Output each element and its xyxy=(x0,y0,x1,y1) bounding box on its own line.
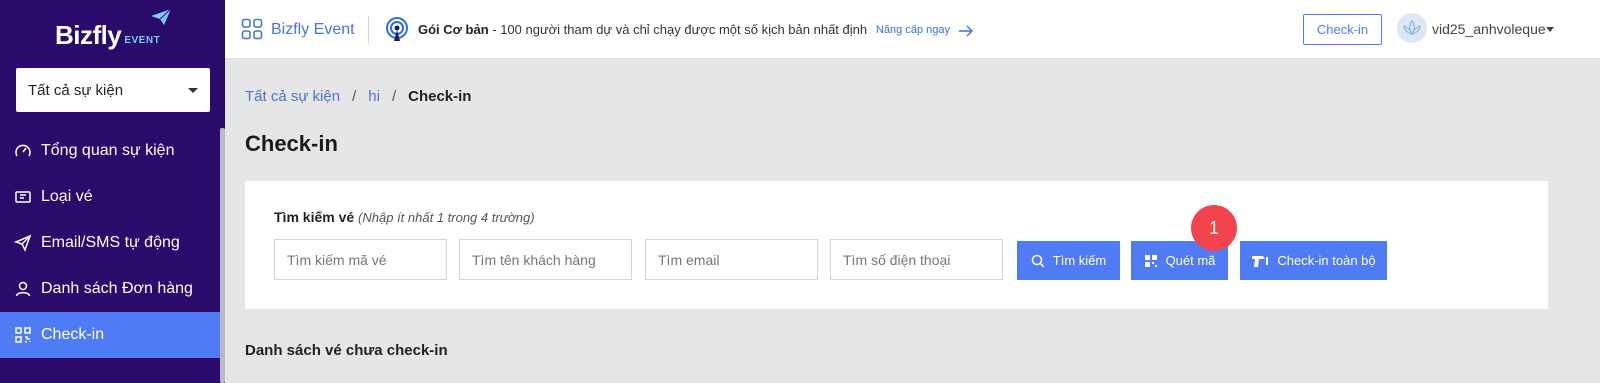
caret-down-icon xyxy=(188,87,198,93)
sidebar-item-orders[interactable]: Danh sách Đơn hàng xyxy=(0,266,220,312)
unchecked-tickets-title: Danh sách vé chưa check-in xyxy=(245,342,448,359)
username[interactable]: vid25_anhvoleque xyxy=(1432,21,1546,37)
lotus-icon xyxy=(1403,19,1421,36)
gauge-icon xyxy=(14,142,32,160)
step-badge: 1 xyxy=(1191,205,1237,251)
search-hint: (Nhập ít nhất 1 trong 4 trường) xyxy=(358,210,535,225)
sidebar-item-email-sms[interactable]: Email/SMS tự động xyxy=(0,220,220,266)
event-select[interactable]: Tất cả sự kiện xyxy=(16,68,210,112)
sidebar-item-label: Email/SMS tự động xyxy=(41,234,180,251)
ticket-code-input[interactable] xyxy=(274,239,447,280)
ticket-icon xyxy=(14,188,32,206)
plan-info: Gói Cơ bản - 100 người tham dự và chỉ ch… xyxy=(418,22,867,37)
logo-text: Bizfly xyxy=(55,20,122,50)
bizfly-event-logo[interactable]: Bizfly EVENT xyxy=(55,8,172,50)
header-divider xyxy=(368,16,369,44)
upgrade-link[interactable]: Nâng cấp ngay xyxy=(876,24,950,36)
search-button-label: Tìm kiếm xyxy=(1052,253,1107,268)
apps-grid-icon[interactable] xyxy=(241,18,263,40)
sidebar-item-label: Loại vé xyxy=(41,188,93,205)
send-icon xyxy=(14,234,32,252)
breadcrumb-separator: / xyxy=(391,88,397,105)
user-icon xyxy=(14,280,32,298)
paper-plane-icon xyxy=(151,8,172,25)
sidebar-item-checkin[interactable]: Check-in xyxy=(0,312,220,358)
avatar[interactable] xyxy=(1397,13,1427,43)
search-button[interactable]: Tìm kiếm xyxy=(1017,241,1120,280)
qr-code-icon xyxy=(1144,254,1158,268)
search-label-text: Tìm kiếm vé xyxy=(274,209,355,225)
plan-name: Gói Cơ bản xyxy=(418,22,489,37)
logo-subtext: EVENT xyxy=(124,35,161,46)
search-label: Tìm kiếm vé (Nhập ít nhất 1 trong 4 trườ… xyxy=(274,209,535,225)
arrow-right-icon[interactable] xyxy=(958,24,974,38)
sidebar-item-overview[interactable]: Tổng quan sự kiện xyxy=(0,128,220,174)
header-checkin-button[interactable]: Check-in xyxy=(1303,14,1382,45)
sidebar-menu: Tổng quan sự kiện Loại vé Email/SMS tự đ… xyxy=(0,128,220,358)
sidebar-item-label: Check-in xyxy=(41,326,105,343)
checkin-all-button[interactable]: Check-in toàn bộ xyxy=(1240,241,1387,280)
scanner-icon xyxy=(1251,254,1269,268)
search-card: Tìm kiếm vé (Nhập ít nhất 1 trong 4 trườ… xyxy=(245,181,1548,309)
breadcrumb-event[interactable]: hi xyxy=(368,88,380,105)
qr-code-icon xyxy=(14,326,32,344)
broadcast-icon xyxy=(386,17,408,41)
event-select-value: Tất cả sự kiện xyxy=(28,81,124,99)
caret-down-icon[interactable] xyxy=(1546,27,1554,32)
app-name[interactable]: Bizfly Event xyxy=(271,21,355,39)
sidebar: Bizfly EVENT Tất cả sự kiện Tổng quan sự… xyxy=(0,0,225,383)
checkin-all-button-label: Check-in toàn bộ xyxy=(1277,253,1376,268)
breadcrumb-current: Check-in xyxy=(408,88,472,105)
sidebar-item-label: Tổng quan sự kiện xyxy=(41,142,175,159)
search-icon xyxy=(1031,254,1045,268)
customer-name-input[interactable] xyxy=(459,239,632,280)
sidebar-scrollbar-thumb[interactable] xyxy=(220,128,225,383)
breadcrumb-separator: / xyxy=(352,88,357,105)
breadcrumb: Tất cả sự kiện / hi / Check-in xyxy=(245,88,471,105)
phone-input[interactable] xyxy=(830,239,1003,280)
sidebar-item-label: Danh sách Đơn hàng xyxy=(41,280,193,297)
top-header: Bizfly Event Gói Cơ bản - 100 người tham… xyxy=(225,0,1600,59)
scan-code-button-label: Quét mã xyxy=(1165,253,1216,268)
breadcrumb-all-events[interactable]: Tất cả sự kiện xyxy=(245,88,340,105)
page-title: Check-in xyxy=(245,131,338,156)
plan-description: - 100 người tham dự và chỉ chạy được một… xyxy=(488,22,868,37)
sidebar-item-ticket-types[interactable]: Loại vé xyxy=(0,174,220,220)
email-input[interactable] xyxy=(645,239,818,280)
